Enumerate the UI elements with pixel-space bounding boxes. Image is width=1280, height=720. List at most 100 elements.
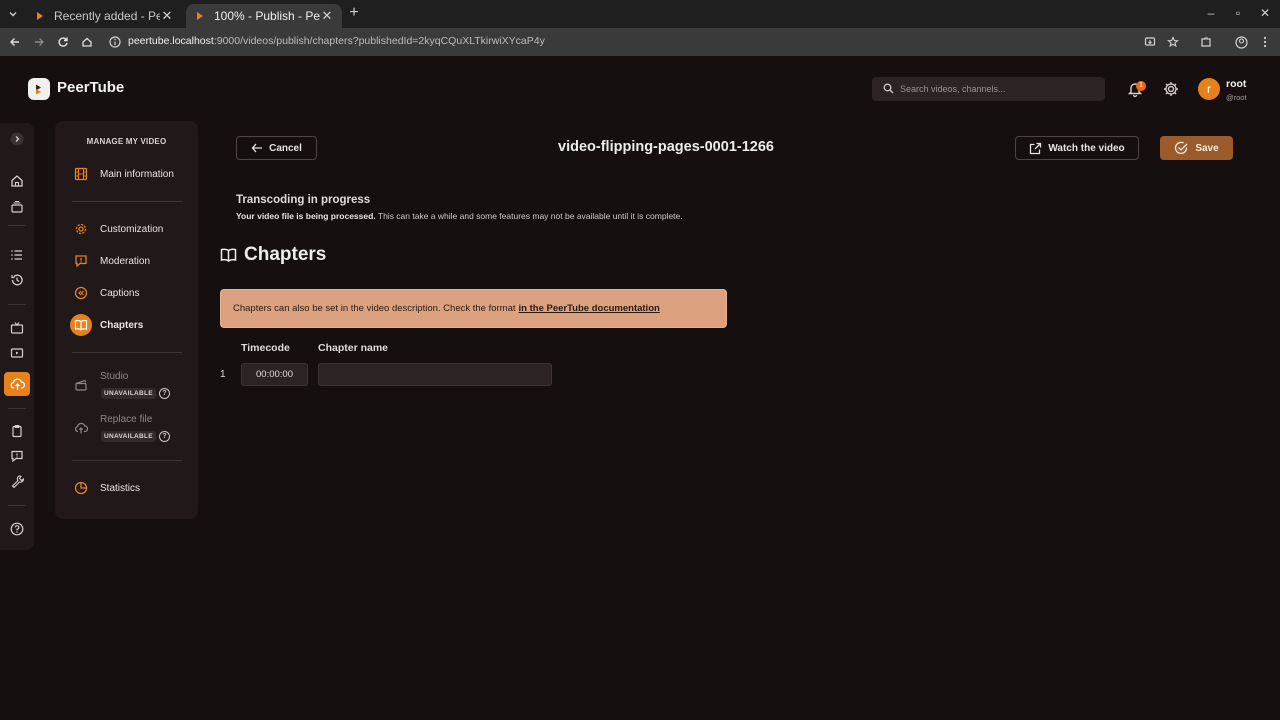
menu-item-chapters[interactable]: Chapters [70,312,198,338]
chapter-row-index: 1 [220,369,226,380]
pie-chart-icon [70,477,92,499]
peertube-favicon-icon [197,12,203,20]
film-icon [70,163,92,185]
clapperboard-icon [70,374,92,396]
moderation-flag-icon[interactable] [7,446,27,466]
menu-item-main-information[interactable]: Main information [70,161,198,187]
save-button[interactable]: Save [1160,136,1233,160]
timecode-column-header: Timecode [241,342,290,354]
back-icon[interactable] [7,34,23,50]
browser-tab-publish[interactable]: 100% - Publish - PeerTube ✕ [186,4,342,28]
forward-icon[interactable] [31,34,47,50]
transcoding-desc-bold: Your video file is being processed. [236,211,376,221]
help-question-icon[interactable] [7,519,27,539]
tab-title: Recently added - PeerTube [54,9,160,23]
menu-item-moderation[interactable]: Moderation [70,248,198,274]
menu-item-customization[interactable]: Customization [70,216,198,242]
site-info-icon[interactable] [108,35,122,49]
timecode-input[interactable] [241,363,308,386]
chapter-name-column-header: Chapter name [318,342,389,354]
tab-title: 100% - Publish - PeerTube [214,9,320,23]
external-link-icon [1030,142,1042,154]
user-name[interactable]: root [1226,78,1246,90]
home-icon[interactable] [79,34,95,50]
menu-item-label: Statistics [100,482,141,494]
rail-divider [8,408,26,409]
upload-cloud-icon [70,417,92,439]
browser-menu-icon[interactable] [1257,34,1273,50]
notification-count-badge: 1 [1136,81,1146,91]
url-path: :9000/videos/publish/chapters?publishedI… [213,35,545,47]
new-tab-icon[interactable]: + [346,5,362,21]
unavailable-badge: UNAVAILABLE [101,431,156,442]
menu-item-label: Replace file [100,414,153,425]
menu-item-label: Main information [100,168,174,180]
search-input[interactable] [900,77,1100,101]
settings-gear-icon [70,218,92,240]
moderation-flag-icon [70,250,92,272]
install-app-icon[interactable] [1142,34,1158,50]
tab-search-icon[interactable] [4,5,22,23]
manage-menu-title: MANAGE MY VIDEO [86,137,167,146]
alert-text: Chapters can also be set in the video de… [233,303,516,314]
reload-icon[interactable] [55,34,71,50]
check-circle-icon [1175,141,1188,155]
peertube-docs-link[interactable]: in the PeerTube documentation [519,303,660,314]
brand-name[interactable]: PeerTube [57,79,124,96]
expand-menu-chevron-icon[interactable] [7,129,27,149]
browser-tab-bar: Recently added - PeerTube ✕ 100% - Publi… [0,0,1280,28]
close-window-icon[interactable]: ✕ [1258,6,1272,20]
upload-cloud-icon[interactable] [7,374,27,394]
menu-item-statistics[interactable]: Statistics [70,475,198,501]
extensions-icon[interactable] [1198,34,1214,50]
peertube-logo[interactable] [28,78,50,100]
home-icon[interactable] [7,171,27,191]
help-question-icon[interactable]: ? [159,388,170,399]
browser-tab-recently-added[interactable]: Recently added - PeerTube ✕ [26,4,182,28]
menu-divider [72,201,182,202]
transcoding-description: Your video file is being processed. This… [236,211,683,221]
menu-item-label: Captions [100,287,140,299]
watch-video-button[interactable]: Watch the video [1015,136,1139,160]
close-tab-icon[interactable]: ✕ [160,9,174,23]
menu-item-replace-file: Replace file [70,409,198,434]
video-title: video-flipping-pages-0001-1266 [558,139,774,155]
help-question-icon[interactable]: ? [159,431,170,442]
admin-wrench-icon[interactable] [7,471,27,491]
profile-icon[interactable] [1233,34,1249,50]
minimize-icon[interactable]: – [1204,6,1218,20]
playlists-icon[interactable] [7,245,27,265]
save-label: Save [1195,142,1219,154]
menu-divider [72,460,182,461]
chapters-heading-text: Chapters [244,244,327,265]
channels-tv-icon[interactable] [7,318,27,338]
my-videos-icon[interactable] [7,343,27,363]
subscriptions-icon[interactable] [7,197,27,217]
menu-divider [72,352,182,353]
book-open-icon [220,248,237,262]
close-tab-icon[interactable]: ✕ [320,9,334,23]
chapter-name-input[interactable] [318,363,552,386]
maximize-icon[interactable]: ▫ [1231,6,1245,20]
url-text[interactable]: peertube.localhost:9000/videos/publish/c… [128,35,545,47]
cancel-button[interactable]: Cancel [236,136,317,160]
book-open-icon [70,314,92,336]
avatar[interactable]: r [1198,78,1220,100]
user-handle: @root [1226,93,1247,102]
transcoding-title: Transcoding in progress [236,194,371,206]
search-box[interactable] [872,77,1105,101]
menu-item-label: Studio [100,371,129,382]
peertube-favicon-icon [37,12,43,20]
arrow-left-icon [251,143,263,153]
chapters-heading: Chapters [220,244,326,266]
settings-gear-icon[interactable] [1162,80,1180,98]
clipboard-icon[interactable] [7,421,27,441]
menu-item-label: Customization [100,223,164,235]
watch-label: Watch the video [1048,142,1125,154]
history-icon[interactable] [7,270,27,290]
url-host: peertube.localhost [128,35,214,47]
rail-divider [8,225,26,226]
bookmark-star-icon[interactable] [1165,34,1181,50]
menu-item-captions[interactable]: Captions [70,280,198,306]
rail-divider [8,505,26,506]
